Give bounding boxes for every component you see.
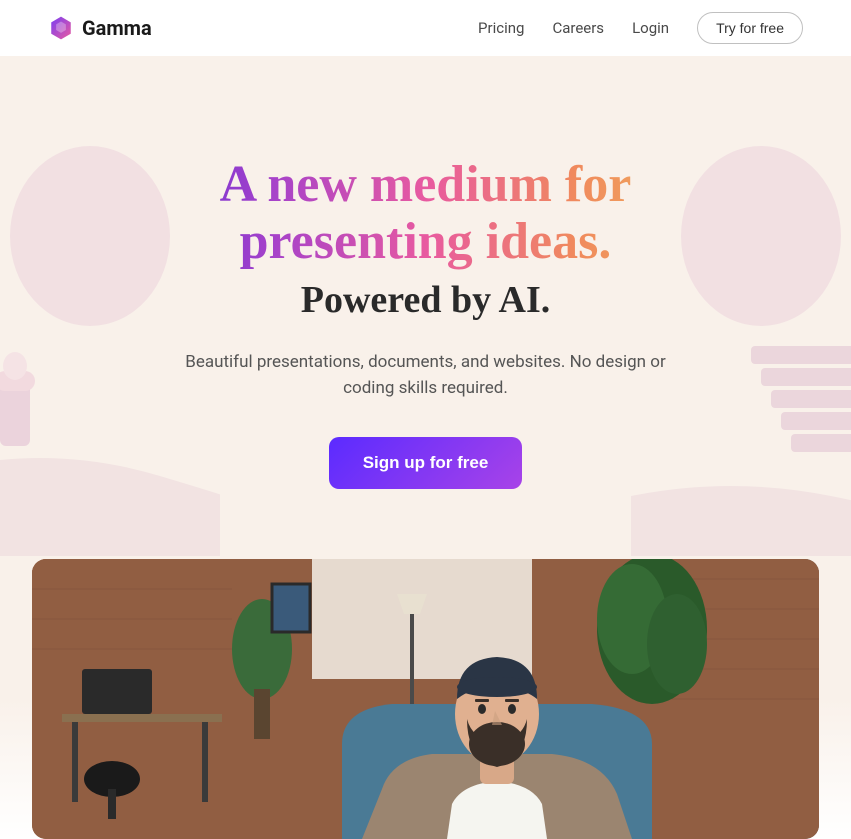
try-free-button[interactable]: Try for free: [697, 12, 803, 44]
hero-content: A new medium for presenting ideas. Power…: [40, 156, 811, 489]
header: Gamma Pricing Careers Login Try for free: [0, 0, 851, 56]
hero-description: Beautiful presentations, documents, and …: [176, 350, 676, 401]
video-thumbnail: [32, 559, 819, 839]
hero-section: A new medium for presenting ideas. Power…: [0, 56, 851, 559]
signup-button[interactable]: Sign up for free: [329, 437, 523, 489]
brand-name: Gamma: [82, 16, 152, 40]
video-player[interactable]: [32, 559, 819, 839]
nav-login[interactable]: Login: [632, 19, 669, 37]
video-section: [0, 559, 851, 839]
nav-pricing[interactable]: Pricing: [478, 19, 524, 37]
main-nav: Pricing Careers Login Try for free: [478, 12, 803, 44]
gamma-logo-icon: [48, 15, 74, 41]
nav-careers[interactable]: Careers: [552, 19, 604, 37]
hero-subtitle: Powered by AI.: [40, 278, 811, 322]
logo[interactable]: Gamma: [48, 15, 152, 41]
hero-title: A new medium for presenting ideas.: [126, 156, 726, 270]
